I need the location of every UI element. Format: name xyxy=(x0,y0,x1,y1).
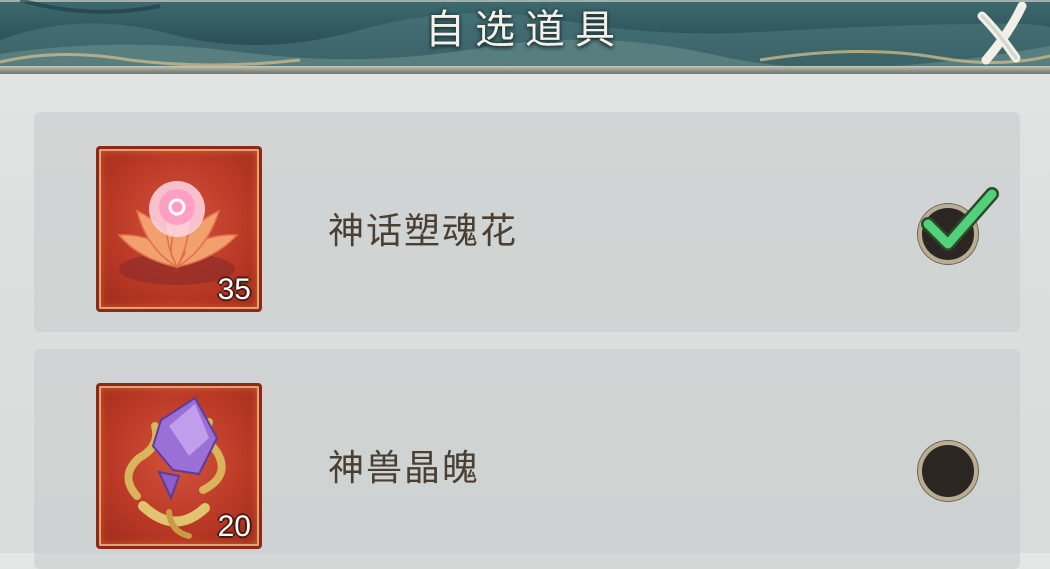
header-border xyxy=(0,66,1050,74)
list-item[interactable]: 20 神兽晶魄 xyxy=(34,349,1020,569)
dialog-title: 自选道具 xyxy=(425,7,625,53)
close-button[interactable] xyxy=(972,1,1034,66)
item-name: 神兽晶魄 xyxy=(328,448,481,489)
select-radio-unchecked[interactable] xyxy=(918,441,978,501)
item-icon-frame: 35 xyxy=(96,146,262,312)
list-item[interactable]: 35 神话塑魂花 xyxy=(34,112,1020,332)
dialog-header: 自选道具 xyxy=(0,0,1050,74)
close-x-icon xyxy=(977,1,1027,65)
item-name: 神话塑魂花 xyxy=(328,211,519,252)
check-icon xyxy=(921,187,999,251)
item-icon-frame: 20 xyxy=(96,383,262,549)
item-quantity: 20 xyxy=(217,510,251,543)
item-quantity: 35 xyxy=(217,273,251,306)
